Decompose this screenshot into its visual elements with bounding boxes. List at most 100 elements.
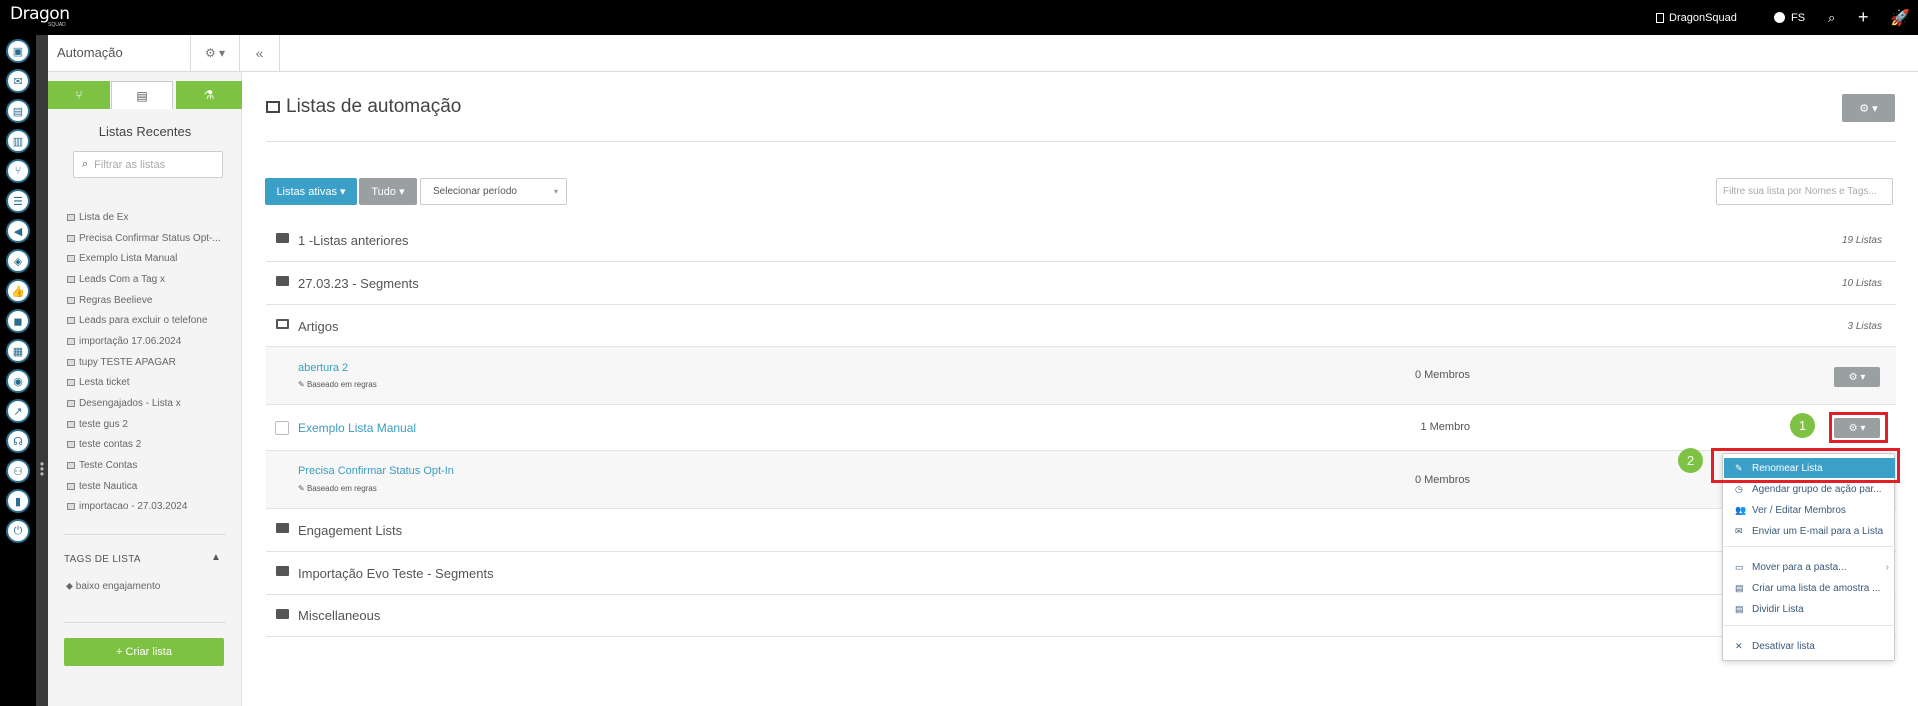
filter-lists-input[interactable]: ⌕ Filtrar as listas [73, 151, 223, 178]
list-icon[interactable]: ☰ [6, 189, 30, 213]
clock-icon: ◷ [1735, 483, 1743, 494]
recent-list-item[interactable]: teste contas 2 [67, 435, 237, 456]
list-icon: ▤ [1735, 582, 1744, 593]
menu-item-sample[interactable]: ▤ Criar uma lista de amostra ... [1724, 578, 1895, 598]
tag-item[interactable]: ⬥ baixo engajamento [66, 581, 160, 592]
power-icon[interactable]: ⏻ [6, 519, 30, 543]
map-icon[interactable]: ▥ [6, 129, 30, 153]
active-lists-dropdown[interactable]: Listas ativas ▾ [265, 178, 357, 205]
list-icon [67, 234, 75, 242]
folder-name: Engagement Lists [298, 523, 403, 538]
recent-list-item[interactable]: Precisa Confirmar Status Opt-... [67, 228, 237, 249]
folder-row[interactable]: 1 -Listas anteriores 19 Listas [266, 219, 1896, 262]
megaphone-icon[interactable]: ◀ [6, 219, 30, 243]
recent-list-label: Exemplo Lista Manual [79, 253, 178, 265]
collapse-panel-button[interactable]: « [240, 35, 280, 71]
list-actions-button[interactable]: ⚙ ▾ [1834, 367, 1880, 387]
user-menu[interactable]: FS [1774, 0, 1805, 35]
thumbs-up-icon[interactable]: 👍 [6, 279, 30, 303]
user-plus-icon[interactable]: ⚇ [6, 459, 30, 483]
tag-label: baixo engajamento [75, 581, 161, 592]
recent-list-label: Desengajados - Lista x [79, 398, 181, 410]
shield-icon[interactable]: ◈ [6, 249, 30, 273]
filter-lists-placeholder: Filtrar as listas [94, 158, 166, 171]
search-icon[interactable]: ⌕ [1828, 0, 1835, 35]
support-icon[interactable]: ☊ [6, 429, 30, 453]
left-panel: ⑂ ▤ ⚗ Listas Recentes ⌕ Filtrar as lista… [48, 72, 242, 706]
folder-row-open[interactable]: Artigos 3 Listas [266, 305, 1896, 347]
contacts-icon[interactable]: ▣ [6, 39, 30, 63]
company-switcher[interactable]: DragonSquad [1656, 0, 1737, 35]
recent-list-item[interactable]: Teste Contas [67, 455, 237, 476]
divider [64, 534, 226, 535]
menu-item-deactivate[interactable]: ✕ Desativar lista [1724, 636, 1895, 656]
recent-list-item[interactable]: Exemplo Lista Manual [67, 248, 237, 269]
inbox-icon[interactable]: ✉ [6, 69, 30, 93]
dragon-logo[interactable]: Dragon [10, 4, 70, 24]
annotation-highlight-gear [1829, 412, 1888, 443]
recent-list-label: Regras Beelieve [79, 294, 153, 306]
recent-list-item[interactable]: tupy TESTE APAGAR [67, 352, 237, 373]
list-name-link[interactable]: Precisa Confirmar Status Opt-In [298, 465, 454, 477]
list-name-link[interactable]: Exemplo Lista Manual [298, 421, 416, 435]
folder-row[interactable]: Miscellaneous [266, 595, 1896, 637]
folder-row[interactable]: Importação Evo Teste - Segments [266, 552, 1896, 595]
branch-icon: ⑂ [75, 88, 83, 102]
all-filter-dropdown[interactable]: Tudo ▾ [359, 178, 417, 205]
section-settings-button[interactable]: ⚙ ▾ [190, 35, 240, 71]
menu-item-members[interactable]: 👥 Ver / Editar Membros [1724, 500, 1895, 520]
chart-icon[interactable]: ↗ [6, 399, 30, 423]
recent-list-item[interactable]: importacao - 27.03.2024 [67, 497, 237, 518]
create-list-button[interactable]: + Criar lista [64, 638, 224, 666]
plus-icon[interactable]: + [1858, 0, 1869, 35]
recent-list-item[interactable]: importação 17.06.2024 [67, 331, 237, 352]
folder-row[interactable]: 27.03.23 - Segments 10 Listas [266, 262, 1896, 305]
recent-list-item[interactable]: teste gus 2 [67, 414, 237, 435]
period-select[interactable]: Selecionar período ▾ [420, 178, 567, 205]
page-title-text: Listas de automação [286, 96, 462, 117]
recent-list-item[interactable]: Leads para excluir o telefone [67, 310, 237, 331]
tab-lists[interactable]: ▤ [111, 81, 173, 109]
menu-item-split[interactable]: ▤ Dividir Lista [1724, 599, 1895, 619]
menu-item-move[interactable]: ▭ Mover para a pasta... › [1724, 557, 1895, 577]
list-icon [67, 503, 75, 511]
list-row: Precisa Confirmar Status Opt-In ✎ Basead… [266, 451, 1896, 509]
recent-list-item[interactable]: Regras Beelieve [67, 290, 237, 311]
chat-icon[interactable]: ◼ [6, 309, 30, 333]
module-rail: ▣ ✉ ▤ ▥ ⑂ ☰ ◀ ◈ 👍 ◼ ▦ ◉ ↗ ☊ ⚇ ▮ ⏻ [0, 35, 36, 706]
bar-chart-icon[interactable]: ▮ [6, 489, 30, 513]
folder-row[interactable]: Engagement Lists [266, 509, 1896, 552]
tab-workflows[interactable]: ⑂ [48, 81, 110, 109]
recent-list-item[interactable]: teste Nautica [67, 476, 237, 497]
list-checkbox[interactable] [275, 421, 289, 435]
folder-name: 27.03.23 - Segments [298, 276, 419, 291]
more-vertical-icon[interactable]: • • • [39, 458, 45, 480]
page-settings-button[interactable]: ⚙ ▾ [1842, 94, 1895, 122]
tab-tests[interactable]: ⚗ [176, 81, 242, 109]
clipboard-icon[interactable]: ▤ [6, 99, 30, 123]
folder-icon [276, 276, 289, 286]
list-icon [67, 275, 75, 283]
eye-icon[interactable]: ◉ [6, 369, 30, 393]
recent-list-label: Lesta ticket [79, 377, 130, 389]
folder-name: Miscellaneous [298, 608, 381, 623]
automation-icon[interactable]: ⑂ [6, 159, 30, 183]
filter-lists-search[interactable]: Filtre sua lista por Nomes e Tags... [1716, 178, 1893, 205]
menu-divider [1724, 546, 1895, 547]
recent-list-item[interactable]: Lista de Ex [67, 207, 237, 228]
list-row: Exemplo Lista Manual 1 Membro ⚙ ▾ [266, 405, 1896, 451]
list-name-link[interactable]: abertura 2 [298, 362, 348, 374]
list-icon [67, 400, 75, 408]
calendar-icon[interactable]: ▦ [6, 339, 30, 363]
recent-list-item[interactable]: Lesta ticket [67, 373, 237, 394]
recent-list-item[interactable]: Leads Com a Tag x [67, 269, 237, 290]
annotation-step-2: 2 [1678, 448, 1703, 473]
collapse-tags-toggle[interactable]: ▲ [211, 552, 221, 563]
menu-item-send-email[interactable]: ✉ Enviar um E-mail para a Lista [1724, 521, 1895, 541]
menu-item-label: Desativar lista [1752, 640, 1815, 652]
rocket-icon[interactable]: 🚀 [1890, 0, 1910, 35]
logo-subtitle: SQUAD [48, 22, 66, 28]
folder-icon [276, 566, 289, 576]
recent-list-item[interactable]: Desengajados - Lista x [67, 393, 237, 414]
list-tags-title: TAGS DE LISTA [64, 554, 141, 565]
